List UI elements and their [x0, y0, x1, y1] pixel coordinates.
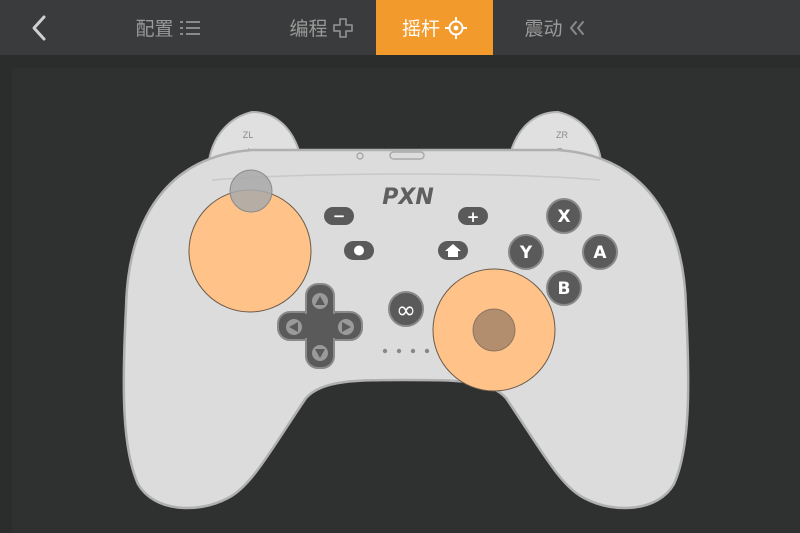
joystick-config-area: ZL L ZR R PXN − +	[12, 68, 800, 533]
tab-config[interactable]: 配置	[108, 0, 228, 55]
capture-icon	[354, 245, 364, 256]
tab-vibration-label: 震动	[524, 18, 563, 40]
right-stick-thumb[interactable]	[472, 308, 516, 352]
turbo-symbol: ∞	[396, 296, 416, 324]
vibration-icon	[569, 20, 584, 35]
a-button-label: A	[593, 243, 607, 263]
crosshair-icon	[445, 16, 467, 39]
x-button[interactable]: X	[546, 198, 582, 234]
top-bar: 配置 编程 摇杆 震动	[0, 0, 800, 55]
a-button[interactable]: A	[582, 234, 618, 270]
x-button-label: X	[557, 207, 570, 227]
back-button[interactable]	[18, 0, 62, 55]
list-icon	[179, 20, 200, 35]
y-button[interactable]: Y	[508, 234, 544, 270]
tab-program[interactable]: 编程	[262, 0, 380, 55]
tab-joystick[interactable]: 摇杆	[376, 0, 493, 55]
minus-symbol: −	[333, 207, 346, 225]
left-stick-thumb[interactable]	[229, 169, 273, 213]
minus-button[interactable]: −	[324, 207, 354, 225]
home-button[interactable]	[438, 241, 468, 260]
chevron-left-icon	[32, 15, 46, 40]
b-button[interactable]: B	[546, 270, 582, 306]
y-button-label: Y	[519, 243, 533, 263]
tab-joystick-label: 摇杆	[401, 18, 440, 40]
b-button-label: B	[558, 279, 571, 299]
tab-program-label: 编程	[289, 18, 328, 40]
tab-vibration[interactable]: 震动	[500, 0, 610, 55]
right-stick-area[interactable]	[432, 268, 556, 392]
capture-button[interactable]	[344, 241, 374, 260]
puzzle-plus-icon	[332, 17, 353, 38]
brand-logo: PXN	[382, 185, 434, 210]
zl-label: ZL	[243, 130, 254, 140]
zr-label: ZR	[556, 130, 568, 140]
plus-button[interactable]: +	[458, 207, 488, 226]
plus-symbol: +	[467, 208, 480, 226]
controller-illustration: ZL L ZR R PXN − +	[122, 110, 690, 510]
turbo-button[interactable]: ∞	[388, 291, 424, 327]
tab-config-label: 配置	[135, 18, 174, 40]
